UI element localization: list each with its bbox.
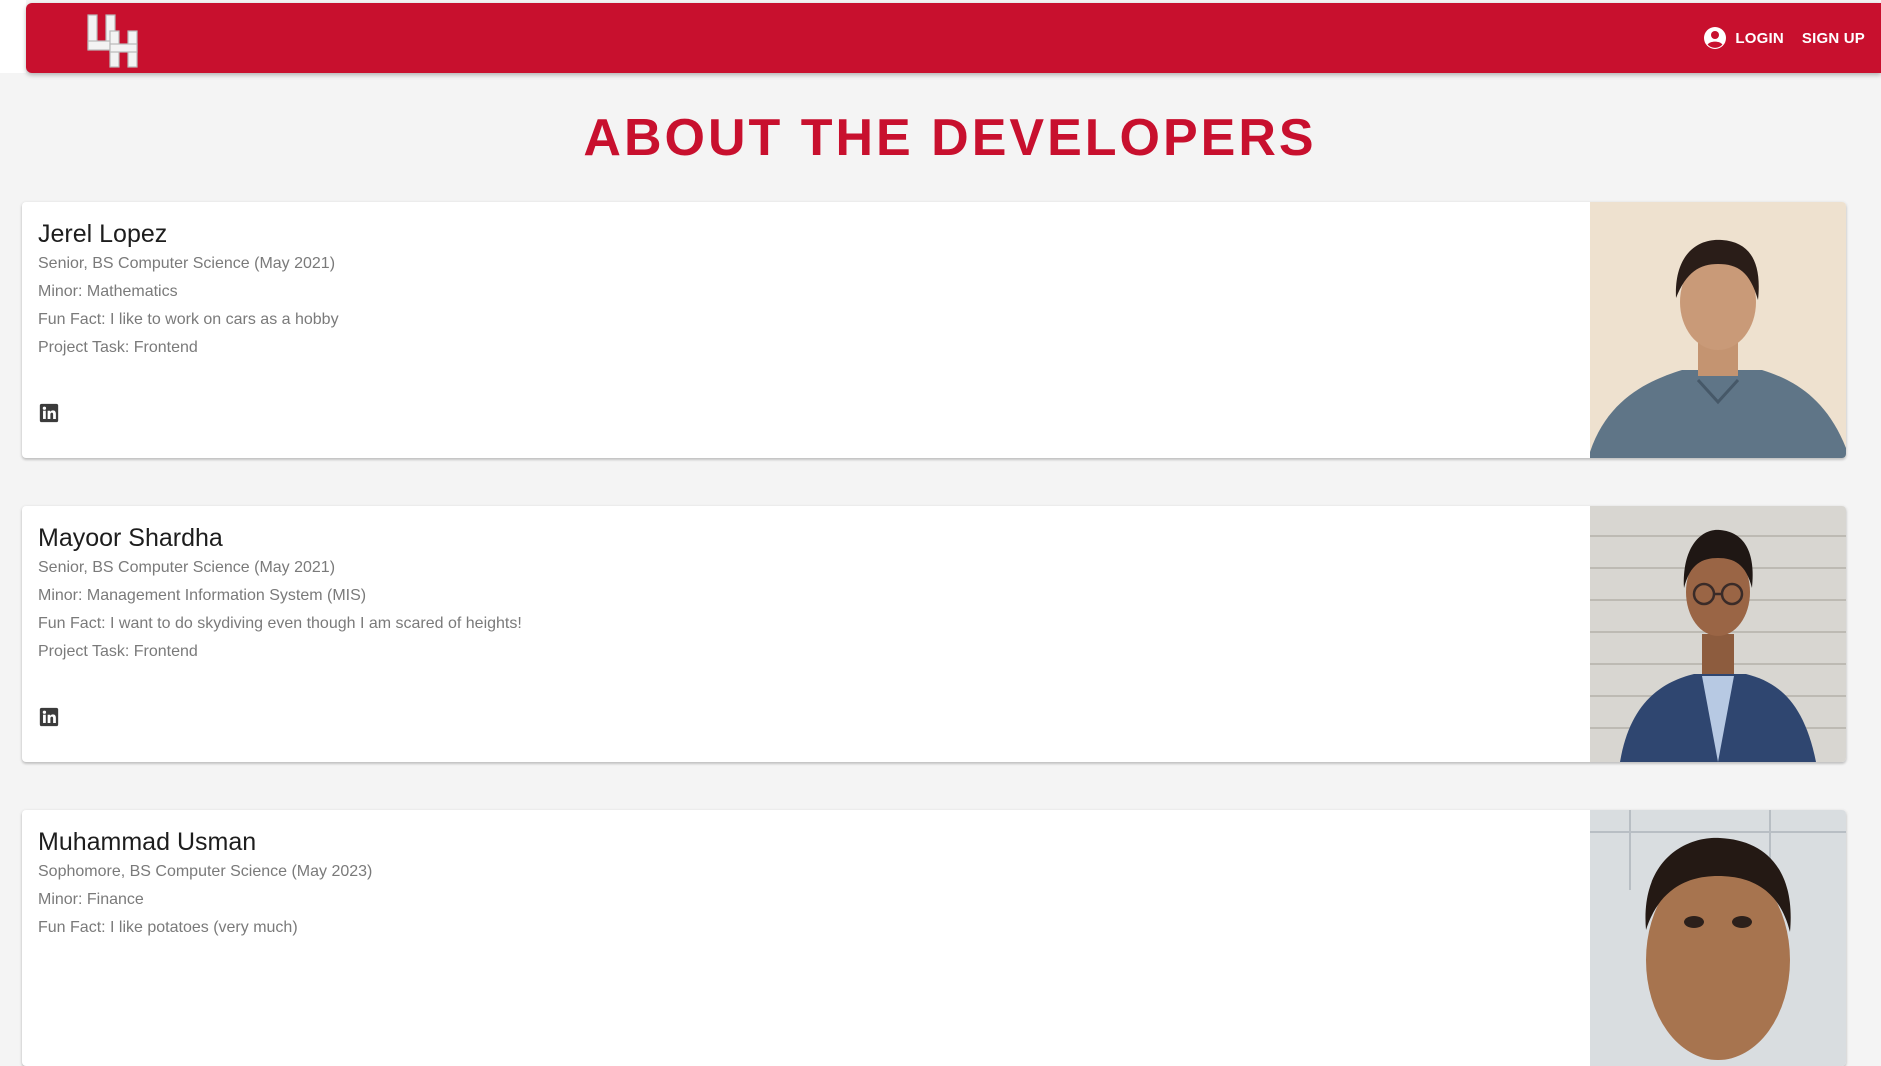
developer-task: Project Task: Frontend xyxy=(38,339,198,356)
developer-fun-fact: Fun Fact: I like to work on cars as a ho… xyxy=(38,311,339,328)
login-label: LOGIN xyxy=(1735,29,1784,47)
developer-minor: Minor: Finance xyxy=(38,891,144,908)
developer-class: Senior, BS Computer Science (May 2021) xyxy=(38,255,336,272)
developer-card: Muhammad Usman Sophomore, BS Computer Sc… xyxy=(22,810,1846,1066)
developer-name: Jerel Lopez xyxy=(38,220,168,248)
developer-task: Project Task: Frontend xyxy=(38,643,198,660)
developer-info: Jerel Lopez Senior, BS Computer Science … xyxy=(38,216,339,367)
developer-photo xyxy=(1590,202,1846,458)
developer-minor: Minor: Management Information System (MI… xyxy=(38,587,367,604)
developer-photo xyxy=(1590,506,1846,762)
uh-logo[interactable] xyxy=(84,11,140,71)
developer-name: Mayoor Shardha xyxy=(38,524,223,552)
developer-class: Senior, BS Computer Science (May 2021) xyxy=(38,559,336,576)
top-strip xyxy=(0,0,26,73)
developer-info: Mayoor Shardha Senior, BS Computer Scien… xyxy=(38,520,522,671)
signup-button[interactable]: SIGN UP xyxy=(1802,30,1865,47)
developer-info: Muhammad Usman Sophomore, BS Computer Sc… xyxy=(38,824,372,947)
developer-class: Sophomore, BS Computer Science (May 2023… xyxy=(38,863,373,880)
account-circle-icon xyxy=(1704,27,1727,49)
developer-card: Mayoor Shardha Senior, BS Computer Scien… xyxy=(22,506,1846,762)
app-bar: LOGIN SIGN UP xyxy=(26,3,1881,73)
developer-name: Muhammad Usman xyxy=(38,828,257,856)
developer-card: Jerel Lopez Senior, BS Computer Science … xyxy=(22,202,1846,458)
auth-nav: LOGIN SIGN UP xyxy=(1703,3,1865,73)
developer-fun-fact: Fun Fact: I like potatoes (very much) xyxy=(38,919,298,936)
developer-photo xyxy=(1590,810,1846,1066)
linkedin-icon[interactable] xyxy=(38,402,60,424)
developer-fun-fact: Fun Fact: I want to do skydiving even th… xyxy=(38,615,522,632)
page-title: ABOUT THE DEVELOPERS xyxy=(583,109,1317,167)
developer-minor: Minor: Mathematics xyxy=(38,283,178,300)
linkedin-icon[interactable] xyxy=(38,706,60,728)
login-button[interactable]: LOGIN xyxy=(1703,26,1784,50)
signup-label: SIGN UP xyxy=(1801,29,1865,47)
